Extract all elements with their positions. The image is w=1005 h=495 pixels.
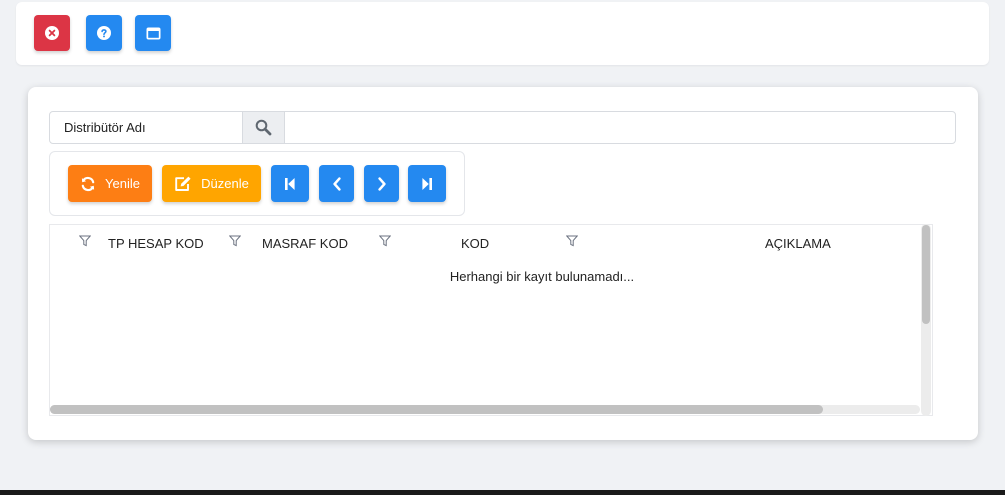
column-header-tp-hesap-kod[interactable]: TP HESAP KOD bbox=[108, 225, 204, 261]
last-page-icon bbox=[422, 177, 432, 190]
edit-label: Düzenle bbox=[201, 176, 249, 191]
edit-button[interactable]: Düzenle bbox=[162, 165, 261, 202]
question-circle-icon bbox=[97, 26, 111, 40]
column-header-kod[interactable]: KOD bbox=[461, 225, 489, 261]
filter-icon[interactable] bbox=[79, 235, 91, 247]
refresh-button[interactable]: Yenile bbox=[68, 165, 152, 202]
first-page-button[interactable] bbox=[271, 165, 309, 202]
empty-message: Herhangi bir kayıt bulunamadı... bbox=[449, 269, 635, 284]
help-button[interactable] bbox=[86, 15, 122, 51]
column-header-aciklama[interactable]: AÇIKLAMA bbox=[765, 225, 831, 261]
distributor-input[interactable] bbox=[286, 112, 955, 143]
close-circle-icon bbox=[45, 26, 59, 40]
close-button[interactable] bbox=[34, 15, 70, 51]
filter-icon[interactable] bbox=[379, 235, 391, 247]
distributor-search: Distribütör Adı bbox=[49, 111, 956, 144]
filter-icon[interactable] bbox=[229, 235, 241, 247]
column-header-masraf-kod[interactable]: MASRAF KOD bbox=[262, 225, 348, 261]
edit-icon bbox=[175, 176, 191, 191]
next-page-button[interactable] bbox=[364, 165, 399, 202]
data-grid: TP HESAP KOD MASRAF KOD KOD AÇIKLAMA Her… bbox=[49, 224, 933, 416]
main-panel: Distribütör Adı Yenile Düzenle TP HESAP … bbox=[28, 87, 978, 440]
previous-page-button[interactable] bbox=[319, 165, 354, 202]
next-page-icon bbox=[377, 176, 386, 191]
last-page-button[interactable] bbox=[408, 165, 446, 202]
horizontal-scrollbar-thumb[interactable] bbox=[50, 405, 823, 414]
refresh-label: Yenile bbox=[105, 176, 140, 191]
top-toolbar bbox=[16, 2, 989, 65]
distributor-label: Distribütör Adı bbox=[50, 112, 243, 143]
grid-toolbar: Yenile Düzenle bbox=[49, 151, 465, 216]
search-icon bbox=[255, 119, 272, 136]
refresh-icon bbox=[81, 176, 95, 191]
first-page-icon bbox=[285, 177, 295, 190]
previous-page-icon bbox=[332, 176, 341, 191]
bottom-border bbox=[0, 490, 1005, 495]
vertical-scrollbar-thumb[interactable] bbox=[922, 225, 930, 324]
filter-icon[interactable] bbox=[566, 235, 578, 247]
search-button[interactable] bbox=[243, 112, 285, 143]
window-icon bbox=[146, 27, 160, 39]
window-button[interactable] bbox=[135, 15, 171, 51]
